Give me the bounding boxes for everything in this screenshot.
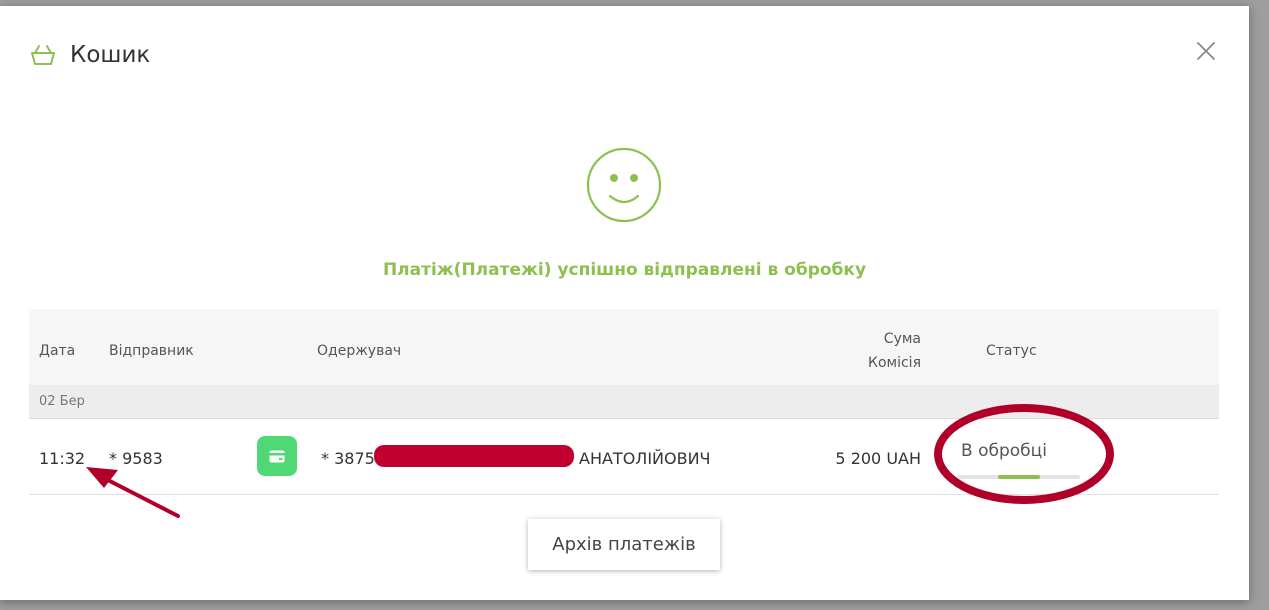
recipient-name: АНАТОЛІЙОВИЧ xyxy=(579,449,711,468)
close-icon[interactable] xyxy=(1193,38,1219,64)
basket-icon xyxy=(31,45,55,65)
payment-amount: 5 200 UAH xyxy=(835,449,921,468)
success-message: Платіж(Платежі) успішно відправлені в об… xyxy=(382,260,867,280)
date-group-header: 02 Бер xyxy=(29,385,1219,419)
status-progress-fill xyxy=(997,475,1041,479)
column-date: Дата xyxy=(39,343,76,359)
column-recipient: Одержувач xyxy=(317,343,402,359)
card-icon xyxy=(257,436,297,476)
table-header: Дата Відправник Одержувач Сума Комісія С… xyxy=(29,309,1219,385)
table-row[interactable]: 11:32 * 9583 * 3875 АНАТОЛІЙОВИЧ 5 200 U… xyxy=(29,419,1219,495)
archive-button[interactable]: Архів платежів xyxy=(528,519,720,570)
column-sender: Відправник xyxy=(109,343,194,359)
group-date: 02 Бер xyxy=(39,394,85,409)
payment-sender: * 9583 xyxy=(109,449,163,468)
payments-table: Дата Відправник Одержувач Сума Комісія С… xyxy=(29,309,1219,495)
recipient-card: * 3875 xyxy=(321,449,375,468)
redaction-mark xyxy=(374,445,574,467)
cart-modal: Кошик Платіж(Платежі) успішно відправлен… xyxy=(0,6,1249,600)
payment-time: 11:32 xyxy=(39,449,86,468)
column-commission: Комісія xyxy=(868,355,921,371)
column-sum-commission: Сума Комісія xyxy=(868,327,921,375)
column-status: Статус xyxy=(986,343,1037,359)
modal-header: Кошик xyxy=(30,42,150,68)
smiley-icon xyxy=(586,147,662,223)
column-sum: Сума xyxy=(883,331,921,347)
modal-title: Кошик xyxy=(70,42,151,68)
status-badge: В обробці xyxy=(961,441,1047,461)
status-progress-bar xyxy=(958,475,1080,479)
